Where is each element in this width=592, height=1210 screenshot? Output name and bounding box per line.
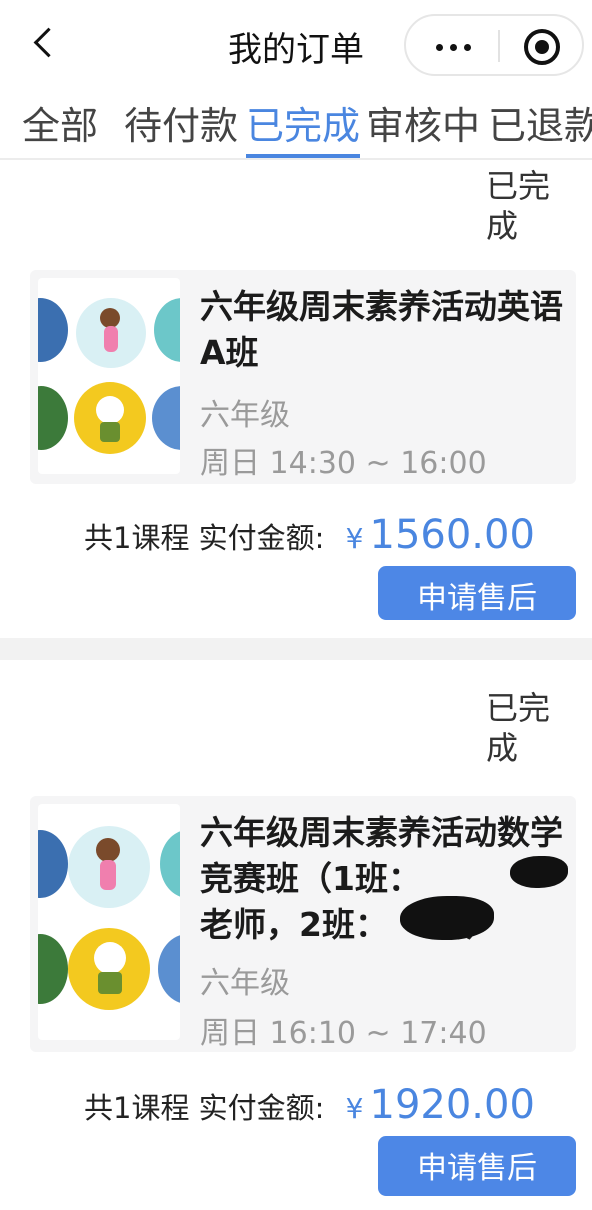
course-count: 共1课程	[84, 521, 190, 555]
course-grade: 六年级	[200, 398, 290, 433]
redaction-mark	[510, 856, 568, 888]
course-name: 六年级周末素养活动英语A班	[200, 287, 563, 372]
order-status: 已完成	[486, 689, 551, 767]
currency-symbol: ¥	[345, 1092, 364, 1125]
amount-label: 实付金额:	[198, 521, 325, 555]
order-amount: 1920.00	[369, 1082, 535, 1128]
tab-all[interactable]: 全部	[22, 104, 98, 148]
order-status-tabs: 全部 待付款 已完成 审核中 已退款	[0, 98, 592, 160]
order-card: 已完成 六年级周末素养活动数学竞赛班（1班： 老师，2班：） 六年级 周日 16…	[0, 660, 592, 1210]
after-sales-button[interactable]: 申请售后	[378, 566, 576, 620]
order-amount: 1560.00	[369, 512, 535, 558]
order-status: 已完成	[486, 167, 551, 245]
amount-label: 实付金额:	[198, 1091, 325, 1125]
course-name-line2: 老师，2班：	[200, 905, 388, 944]
order-summary: 共1课程 实付金额: ¥1560.00	[84, 512, 584, 558]
tab-pending-payment[interactable]: 待付款	[124, 104, 238, 148]
more-options-icon[interactable]	[424, 30, 484, 62]
course-thumbnail	[38, 278, 180, 474]
course-thumbnail	[38, 804, 180, 1040]
active-tab-indicator	[246, 154, 360, 158]
course-count: 共1课程	[84, 1091, 190, 1125]
capsule-divider	[498, 30, 500, 62]
order-divider	[0, 638, 592, 660]
tab-completed[interactable]: 已完成	[246, 104, 360, 148]
after-sales-button[interactable]: 申请售后	[378, 1136, 576, 1196]
order-card: 已完成 六年级周末素养活动英语A班 六年级 周日 14:30 ~ 16:00 共…	[0, 160, 592, 638]
close-mini-program-icon[interactable]	[524, 29, 560, 65]
course-item[interactable]: 六年级周末素养活动数学竞赛班（1班： 老师，2班：） 六年级 周日 16:10 …	[30, 796, 576, 1052]
order-summary: 共1课程 实付金额: ¥1920.00	[84, 1082, 584, 1128]
course-grade: 六年级	[200, 966, 290, 1001]
tab-refunded[interactable]: 已退款	[488, 104, 592, 148]
tab-under-review[interactable]: 审核中	[366, 104, 480, 148]
course-time: 周日 14:30 ~ 16:00	[200, 446, 487, 481]
course-time: 周日 16:10 ~ 17:40	[200, 1016, 487, 1051]
navigation-bar: 我的订单	[0, 0, 592, 92]
currency-symbol: ¥	[345, 522, 364, 555]
course-item[interactable]: 六年级周末素养活动英语A班 六年级 周日 14:30 ~ 16:00	[30, 270, 576, 484]
course-name-line1: 六年级周末素养活动数学竞赛班（1班：	[200, 813, 563, 898]
mini-program-capsule	[404, 14, 584, 76]
redaction-mark	[400, 896, 494, 940]
